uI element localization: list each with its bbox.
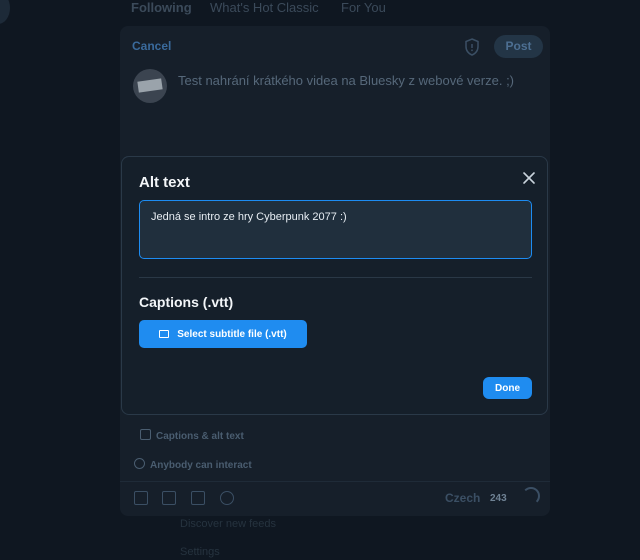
video-icon[interactable] [162, 491, 176, 505]
tab-following[interactable]: Following [131, 0, 192, 15]
interaction-settings-label: Anybody can interact [150, 460, 252, 471]
select-subtitle-file-label: Select subtitle file (.vtt) [177, 328, 287, 340]
avatar-stamp [137, 78, 163, 93]
emoji-icon[interactable] [220, 491, 234, 505]
settings-link[interactable]: Settings [180, 546, 220, 558]
alt-text-input[interactable]: Jedná se intro ze hry Cyberpunk 2077 :) [139, 200, 532, 259]
interaction-settings-button[interactable]: Anybody can interact [134, 458, 252, 471]
post-button[interactable]: Post [494, 35, 543, 58]
section-divider [139, 277, 532, 278]
close-icon[interactable] [520, 169, 538, 187]
draft-text[interactable]: Test nahrání krátkého videa na Bluesky z… [178, 73, 514, 88]
character-progress-ring [522, 487, 540, 505]
captions-alt-text-label: Captions & alt text [156, 431, 244, 442]
tab-whats-hot[interactable]: What's Hot Classic [210, 0, 319, 15]
avatar [133, 69, 167, 103]
done-button[interactable]: Done [483, 377, 532, 399]
character-count: 243 [490, 493, 507, 504]
cancel-button[interactable]: Cancel [132, 39, 171, 53]
captions-alt-text-button[interactable]: Captions & alt text [140, 429, 244, 442]
captions-title: Captions (.vtt) [139, 294, 234, 310]
language-selector[interactable]: Czech [445, 491, 480, 505]
toolbar-divider [120, 481, 550, 482]
image-icon[interactable] [134, 491, 148, 505]
captions-icon [140, 429, 151, 440]
tab-for-you[interactable]: For You [341, 0, 386, 15]
feed-tabs: Following What's Hot Classic For You [0, 0, 640, 24]
shield-icon[interactable] [464, 38, 480, 56]
select-subtitle-file-button[interactable]: Select subtitle file (.vtt) [139, 320, 307, 348]
block-icon [134, 458, 145, 469]
closed-captions-icon [159, 329, 170, 338]
dialog-title: Alt text [139, 174, 190, 191]
discover-feeds-link[interactable]: Discover new feeds [180, 518, 276, 530]
alt-text-dialog: Alt text Jedná se intro ze hry Cyberpunk… [121, 156, 548, 415]
side-avatar [0, 0, 10, 24]
gif-icon[interactable] [191, 491, 205, 505]
